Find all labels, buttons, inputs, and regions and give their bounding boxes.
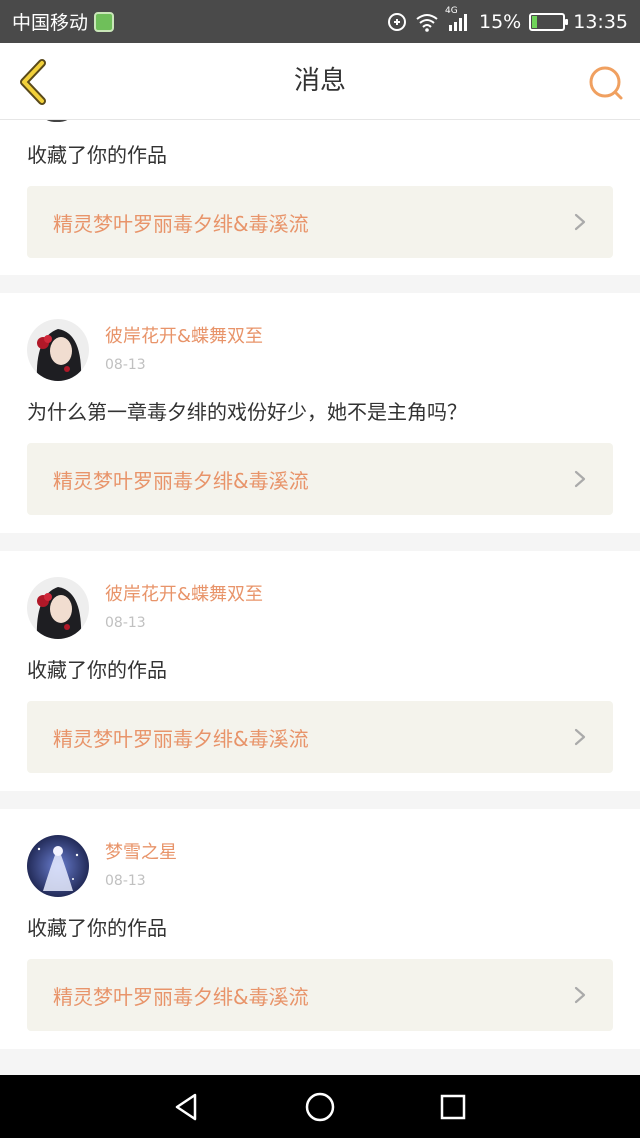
chevron-right-icon [574, 728, 586, 746]
message-text: 为什么第一章毒夕绯的戏份好少，她不是主角吗？ [27, 400, 467, 424]
chevron-right-icon [574, 213, 586, 231]
battery-percent: 15% [479, 10, 522, 33]
search-icon [589, 66, 623, 100]
nav-home-circle-icon [305, 1092, 335, 1121]
carrier-group: 中国移动 [12, 8, 115, 35]
user-meta: 彼岸花开&蝶舞双至 08-13 [105, 583, 263, 633]
message-card: 彼岸花开&蝶舞双至 08-13 为什么第一章毒夕绯的戏份好少，她不是主角吗？ 精… [0, 293, 640, 533]
page-title: 消息 [293, 66, 346, 96]
message-date: 08-13 [105, 357, 146, 373]
work-link[interactable]: 精灵梦叶罗丽毒夕绯&毒溪流 [27, 959, 613, 1031]
work-title: 精灵梦叶罗丽毒夕绯&毒溪流 [53, 468, 309, 493]
work-title: 精灵梦叶罗丽毒夕绯&毒溪流 [53, 984, 309, 1009]
carrier-name: 中国移动 [12, 12, 89, 34]
work-title: 精灵梦叶罗丽毒夕绯&毒溪流 [53, 211, 309, 236]
wifi-icon [415, 12, 439, 32]
clock: 13:35 [573, 10, 628, 33]
message-date: 08-13 [105, 615, 146, 631]
message-date: 08-13 [105, 873, 146, 889]
avatar[interactable] [27, 835, 89, 897]
avatar[interactable] [27, 577, 89, 639]
avatar[interactable] [40, 120, 74, 122]
screen: 中国移动 4G 15% 13:35 消息 收藏了你的作品 精灵梦叶罗丽毒夕绯&毒… [0, 0, 640, 1138]
nav-back-triangle-icon [175, 1093, 196, 1120]
message-card: 梦雪之星 08-13 收藏了你的作品 精灵梦叶罗丽毒夕绯&毒溪流 [0, 809, 640, 1049]
message-card: 收藏了你的作品 精灵梦叶罗丽毒夕绯&毒溪流 [0, 120, 640, 275]
system-recents-button[interactable] [433, 1087, 473, 1127]
user-meta: 彼岸花开&蝶舞双至 08-13 [105, 325, 263, 375]
work-link[interactable]: 精灵梦叶罗丽毒夕绯&毒溪流 [27, 443, 613, 515]
message-card: 彼岸花开&蝶舞双至 08-13 收藏了你的作品 精灵梦叶罗丽毒夕绯&毒溪流 [0, 551, 640, 791]
data-saver-icon [387, 12, 407, 32]
message-list: 收藏了你的作品 精灵梦叶罗丽毒夕绯&毒溪流 彼岸花开&蝶舞双至 08-13 为什… [0, 120, 640, 1075]
user-meta: 梦雪之星 08-13 [105, 841, 177, 891]
chevron-right-icon [574, 986, 586, 1004]
message-text: 收藏了你的作品 [27, 658, 167, 682]
work-title: 精灵梦叶罗丽毒夕绯&毒溪流 [53, 726, 309, 751]
avatar[interactable] [27, 319, 89, 381]
avatar-starry-girl-image [27, 835, 89, 897]
user-name[interactable]: 梦雪之星 [105, 841, 177, 865]
sim-app-icon [94, 11, 115, 32]
search-button[interactable] [586, 63, 626, 103]
user-name[interactable]: 彼岸花开&蝶舞双至 [105, 583, 263, 607]
status-right: 4G 15% 13:35 [387, 6, 628, 33]
avatar-dark-hair-image [27, 319, 89, 381]
user-name[interactable]: 彼岸花开&蝶舞双至 [105, 325, 263, 349]
chevron-right-icon [574, 470, 586, 488]
signal-icon: 4G [445, 6, 471, 32]
work-link[interactable]: 精灵梦叶罗丽毒夕绯&毒溪流 [27, 186, 613, 258]
avatar-dark-hair-image [27, 577, 89, 639]
app-header: 消息 [0, 43, 640, 120]
network-type-label: 4G [445, 5, 458, 16]
battery-level [532, 15, 538, 28]
user-row: 彼岸花开&蝶舞双至 08-13 [27, 577, 613, 639]
battery-icon [529, 12, 569, 31]
status-bar: 中国移动 4G 15% 13:35 [0, 0, 640, 43]
system-home-button[interactable] [300, 1087, 340, 1127]
user-row: 梦雪之星 08-13 [27, 835, 613, 897]
message-text: 收藏了你的作品 [27, 916, 167, 940]
nav-recents-square-icon [441, 1094, 466, 1119]
system-back-button[interactable] [167, 1087, 207, 1127]
work-link[interactable]: 精灵梦叶罗丽毒夕绯&毒溪流 [27, 701, 613, 773]
message-text: 收藏了你的作品 [27, 143, 167, 167]
system-nav-bar [0, 1075, 640, 1138]
user-row: 彼岸花开&蝶舞双至 08-13 [27, 319, 613, 381]
